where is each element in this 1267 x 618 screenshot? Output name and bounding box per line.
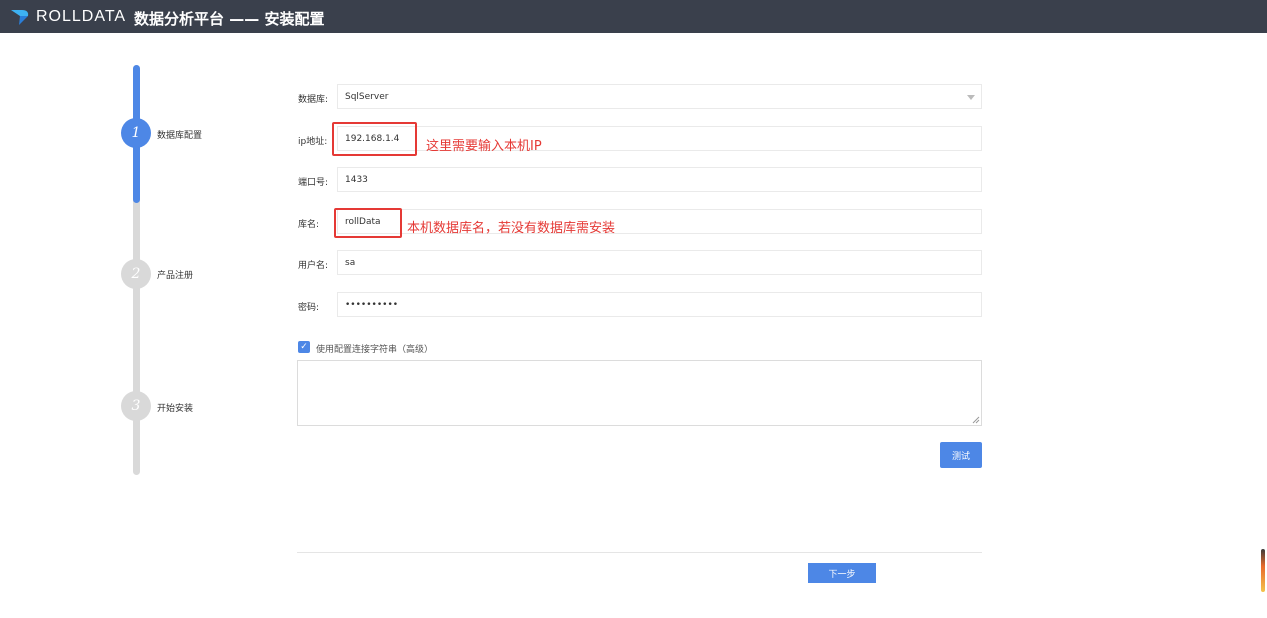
step-2-circle[interactable]: 2 [121,259,151,289]
page-title: 数据分析平台 —— 安装配置 [134,10,325,28]
chevron-down-icon [967,95,975,100]
dbname-annotation-box [334,208,402,238]
username-input[interactable]: sa [337,250,982,275]
password-input[interactable]: •••••••••• [337,292,982,317]
next-button-label: 下一步 [828,569,856,580]
dbname-annotation-text: 本机数据库名，若没有数据库需安装 [407,221,616,236]
database-select[interactable]: SqlServer [337,84,982,109]
step-1-circle[interactable]: 1 [121,118,151,148]
step-1-label[interactable]: 数据库配置 [157,128,202,141]
conn-string-textarea[interactable] [297,360,982,426]
scroll-indicator[interactable] [1261,549,1265,592]
step-2-label[interactable]: 产品注册 [157,268,193,281]
next-button[interactable]: 下一步 [808,563,876,583]
step-3-label[interactable]: 开始安装 [157,401,193,414]
ip-annotation-text: 这里需要输入本机IP [426,139,542,154]
username-label: 用户名: [298,261,329,271]
resize-handle-icon[interactable] [972,416,980,424]
use-conn-string-label[interactable]: 使用配置连接字符串（高级） [316,342,433,355]
test-button-label: 测试 [951,451,970,462]
step-3-number: 3 [131,398,141,414]
password-value: •••••••••• [345,299,399,310]
step-2-number: 2 [131,266,141,282]
step-1-number: 1 [131,125,141,141]
footer-divider [297,552,982,553]
port-label: 端口号: [298,178,329,188]
top-bar: ROLLDATA 数据分析平台 —— 安装配置 [0,0,1267,33]
test-button[interactable]: 测试 [940,442,982,468]
rolldata-logo-icon [11,10,29,25]
username-value: sa [345,257,356,268]
checkmark-icon: ✓ [300,342,308,352]
port-value: 1433 [345,174,368,185]
password-label: 密码: [298,303,320,313]
brand-name: ROLLDATA [36,8,127,25]
ip-label: ip地址: [298,137,328,147]
database-value: SqlServer [345,91,389,102]
step-3-circle[interactable]: 3 [121,391,151,421]
use-conn-string-checkbox[interactable]: ✓ [298,341,310,353]
ip-annotation-box [332,122,417,156]
database-label: 数据库: [298,95,329,105]
dbname-label: 库名: [298,220,320,230]
port-input[interactable]: 1433 [337,167,982,192]
